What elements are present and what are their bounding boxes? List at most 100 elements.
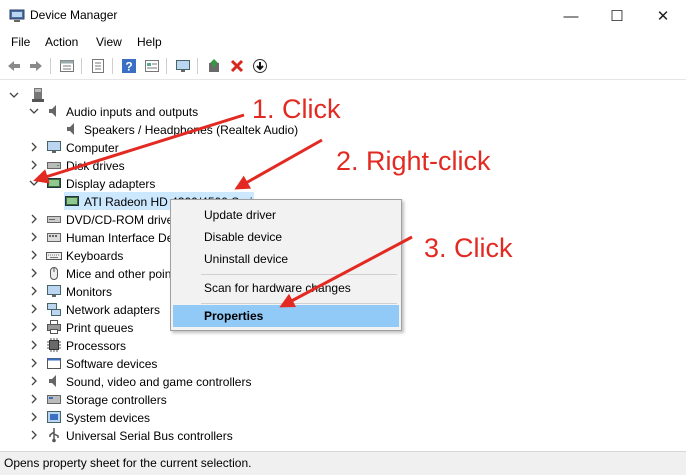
monitor-icon bbox=[47, 140, 61, 153]
tree-item-sound[interactable]: Sound, video and game controllers bbox=[31, 372, 251, 390]
menu-item-properties[interactable]: Properties bbox=[173, 305, 399, 327]
software-device-icon bbox=[47, 357, 61, 369]
tree-item-label: Monitors bbox=[66, 284, 113, 299]
tree-item-software-devices[interactable]: Software devices bbox=[31, 354, 158, 372]
menu-item-disable-device[interactable]: Disable device bbox=[173, 226, 399, 248]
keyboard-icon bbox=[46, 251, 62, 260]
menu-item-uninstall-device[interactable]: Uninstall device bbox=[173, 248, 399, 270]
speaker-icon bbox=[49, 374, 56, 387]
minimize-button[interactable]: — bbox=[548, 0, 594, 32]
tree-item-label: Keyboards bbox=[66, 248, 124, 263]
tree-item-label: Print queues bbox=[66, 320, 134, 335]
chevron-right-icon[interactable] bbox=[28, 390, 40, 408]
tree-item-processors[interactable]: Processors bbox=[31, 336, 127, 354]
tree-item-display-adapters[interactable]: Display adapters bbox=[29, 174, 156, 192]
tree-item-monitors[interactable]: Monitors bbox=[31, 282, 113, 300]
scan-icon[interactable] bbox=[251, 57, 269, 75]
tree-item-system-devices[interactable]: System devices bbox=[31, 408, 150, 426]
tree-item-keyboards[interactable]: Keyboards bbox=[31, 246, 124, 264]
device-manager-icon bbox=[9, 9, 25, 22]
tree-item-label: Disk drives bbox=[66, 158, 125, 173]
uninstall-icon[interactable] bbox=[228, 57, 246, 75]
menu-view[interactable]: View bbox=[96, 35, 122, 49]
tree-item-computer[interactable]: Computer bbox=[31, 138, 119, 156]
back-icon[interactable] bbox=[5, 57, 23, 75]
disk-drive-icon bbox=[47, 161, 61, 169]
title-bar: Device Manager — ☐ ✕ bbox=[0, 0, 686, 32]
tree-item-label: DVD/CD-ROM drives bbox=[66, 212, 180, 227]
chevron-right-icon[interactable] bbox=[28, 138, 40, 156]
tree-item-label: Computer bbox=[66, 140, 119, 155]
storage-controller-icon bbox=[47, 394, 61, 404]
forward-icon[interactable] bbox=[27, 57, 45, 75]
hid-icon bbox=[47, 232, 61, 242]
chevron-right-icon[interactable] bbox=[28, 156, 40, 174]
speaker-icon bbox=[49, 104, 56, 117]
chevron-right-icon[interactable] bbox=[28, 318, 40, 336]
tree-item-label: Software devices bbox=[66, 356, 158, 371]
tree-item-label: Storage controllers bbox=[66, 392, 167, 407]
close-button[interactable]: ✕ bbox=[640, 0, 686, 32]
tree-item-print-queues[interactable]: Print queues bbox=[31, 318, 134, 336]
annotation-step3: 3. Click bbox=[424, 233, 513, 263]
view-icon[interactable] bbox=[143, 57, 161, 75]
chevron-right-icon[interactable] bbox=[28, 336, 40, 354]
tree-item-storage[interactable]: Storage controllers bbox=[31, 390, 167, 408]
tree-item-audio[interactable]: Audio inputs and outputs bbox=[29, 102, 199, 120]
menu-separator bbox=[201, 303, 397, 304]
chevron-right-icon[interactable] bbox=[28, 300, 40, 318]
menu-file[interactable]: File bbox=[11, 35, 30, 49]
svg-text:?: ? bbox=[125, 60, 132, 74]
help-icon[interactable]: ? bbox=[120, 57, 138, 75]
toolbar-separator bbox=[112, 58, 113, 74]
display-adapter-icon bbox=[65, 195, 79, 206]
menu-action[interactable]: Action bbox=[45, 35, 78, 49]
chevron-down-icon[interactable] bbox=[8, 86, 20, 104]
status-text: Opens property sheet for the current sel… bbox=[4, 456, 252, 470]
toolbar-separator bbox=[197, 58, 198, 74]
chevron-right-icon[interactable] bbox=[28, 210, 40, 228]
tree-item-label: Universal Serial Bus controllers bbox=[66, 428, 233, 443]
tree-item-disk-drives[interactable]: Disk drives bbox=[31, 156, 125, 174]
chevron-right-icon[interactable] bbox=[28, 246, 40, 264]
chevron-right-icon[interactable] bbox=[28, 228, 40, 246]
tree-item-dvd[interactable]: DVD/CD-ROM drives bbox=[31, 210, 180, 228]
chevron-right-icon[interactable] bbox=[28, 264, 40, 282]
menu-separator bbox=[201, 274, 397, 275]
usb-icon bbox=[49, 427, 59, 443]
chevron-right-icon[interactable] bbox=[28, 426, 40, 444]
monitor-icon bbox=[47, 284, 61, 297]
toolbar-separator bbox=[81, 58, 82, 74]
context-menu: Update driver Disable device Uninstall d… bbox=[170, 199, 402, 331]
tree-item-label: Processors bbox=[66, 338, 127, 353]
update-icon[interactable] bbox=[89, 57, 107, 75]
menu-item-scan-hardware[interactable]: Scan for hardware changes bbox=[173, 277, 399, 299]
chevron-right-icon[interactable] bbox=[28, 354, 40, 372]
properties-icon[interactable] bbox=[58, 57, 76, 75]
dvd-drive-icon bbox=[47, 215, 61, 223]
chevron-down-icon[interactable] bbox=[28, 102, 40, 120]
chevron-right-icon[interactable] bbox=[28, 282, 40, 300]
chevron-down-icon[interactable] bbox=[28, 174, 40, 192]
network-adapter-icon bbox=[47, 302, 61, 316]
tree-item-usb[interactable]: Universal Serial Bus controllers bbox=[31, 426, 233, 444]
display-adapter-icon bbox=[47, 177, 61, 188]
printer-icon bbox=[47, 319, 61, 334]
speaker-icon bbox=[67, 122, 74, 135]
annotation-step1: 1. Click bbox=[252, 94, 341, 124]
monitor-icon[interactable] bbox=[174, 57, 192, 75]
chevron-right-icon[interactable] bbox=[28, 408, 40, 426]
processor-icon bbox=[47, 337, 61, 352]
menu-item-update-driver[interactable]: Update driver bbox=[173, 204, 399, 226]
tree-item-label: Display adapters bbox=[66, 176, 156, 191]
tree-item-label: Audio inputs and outputs bbox=[66, 104, 199, 119]
maximize-button[interactable]: ☐ bbox=[594, 0, 640, 32]
menu-help[interactable]: Help bbox=[137, 35, 162, 49]
add-driver-icon[interactable] bbox=[205, 57, 223, 75]
toolbar-separator bbox=[166, 58, 167, 74]
window-title: Device Manager bbox=[30, 8, 118, 22]
menu-bar: File Action View Help bbox=[0, 32, 686, 52]
mouse-icon bbox=[50, 266, 58, 280]
chevron-right-icon[interactable] bbox=[28, 372, 40, 390]
tree-item-network[interactable]: Network adapters bbox=[31, 300, 160, 318]
